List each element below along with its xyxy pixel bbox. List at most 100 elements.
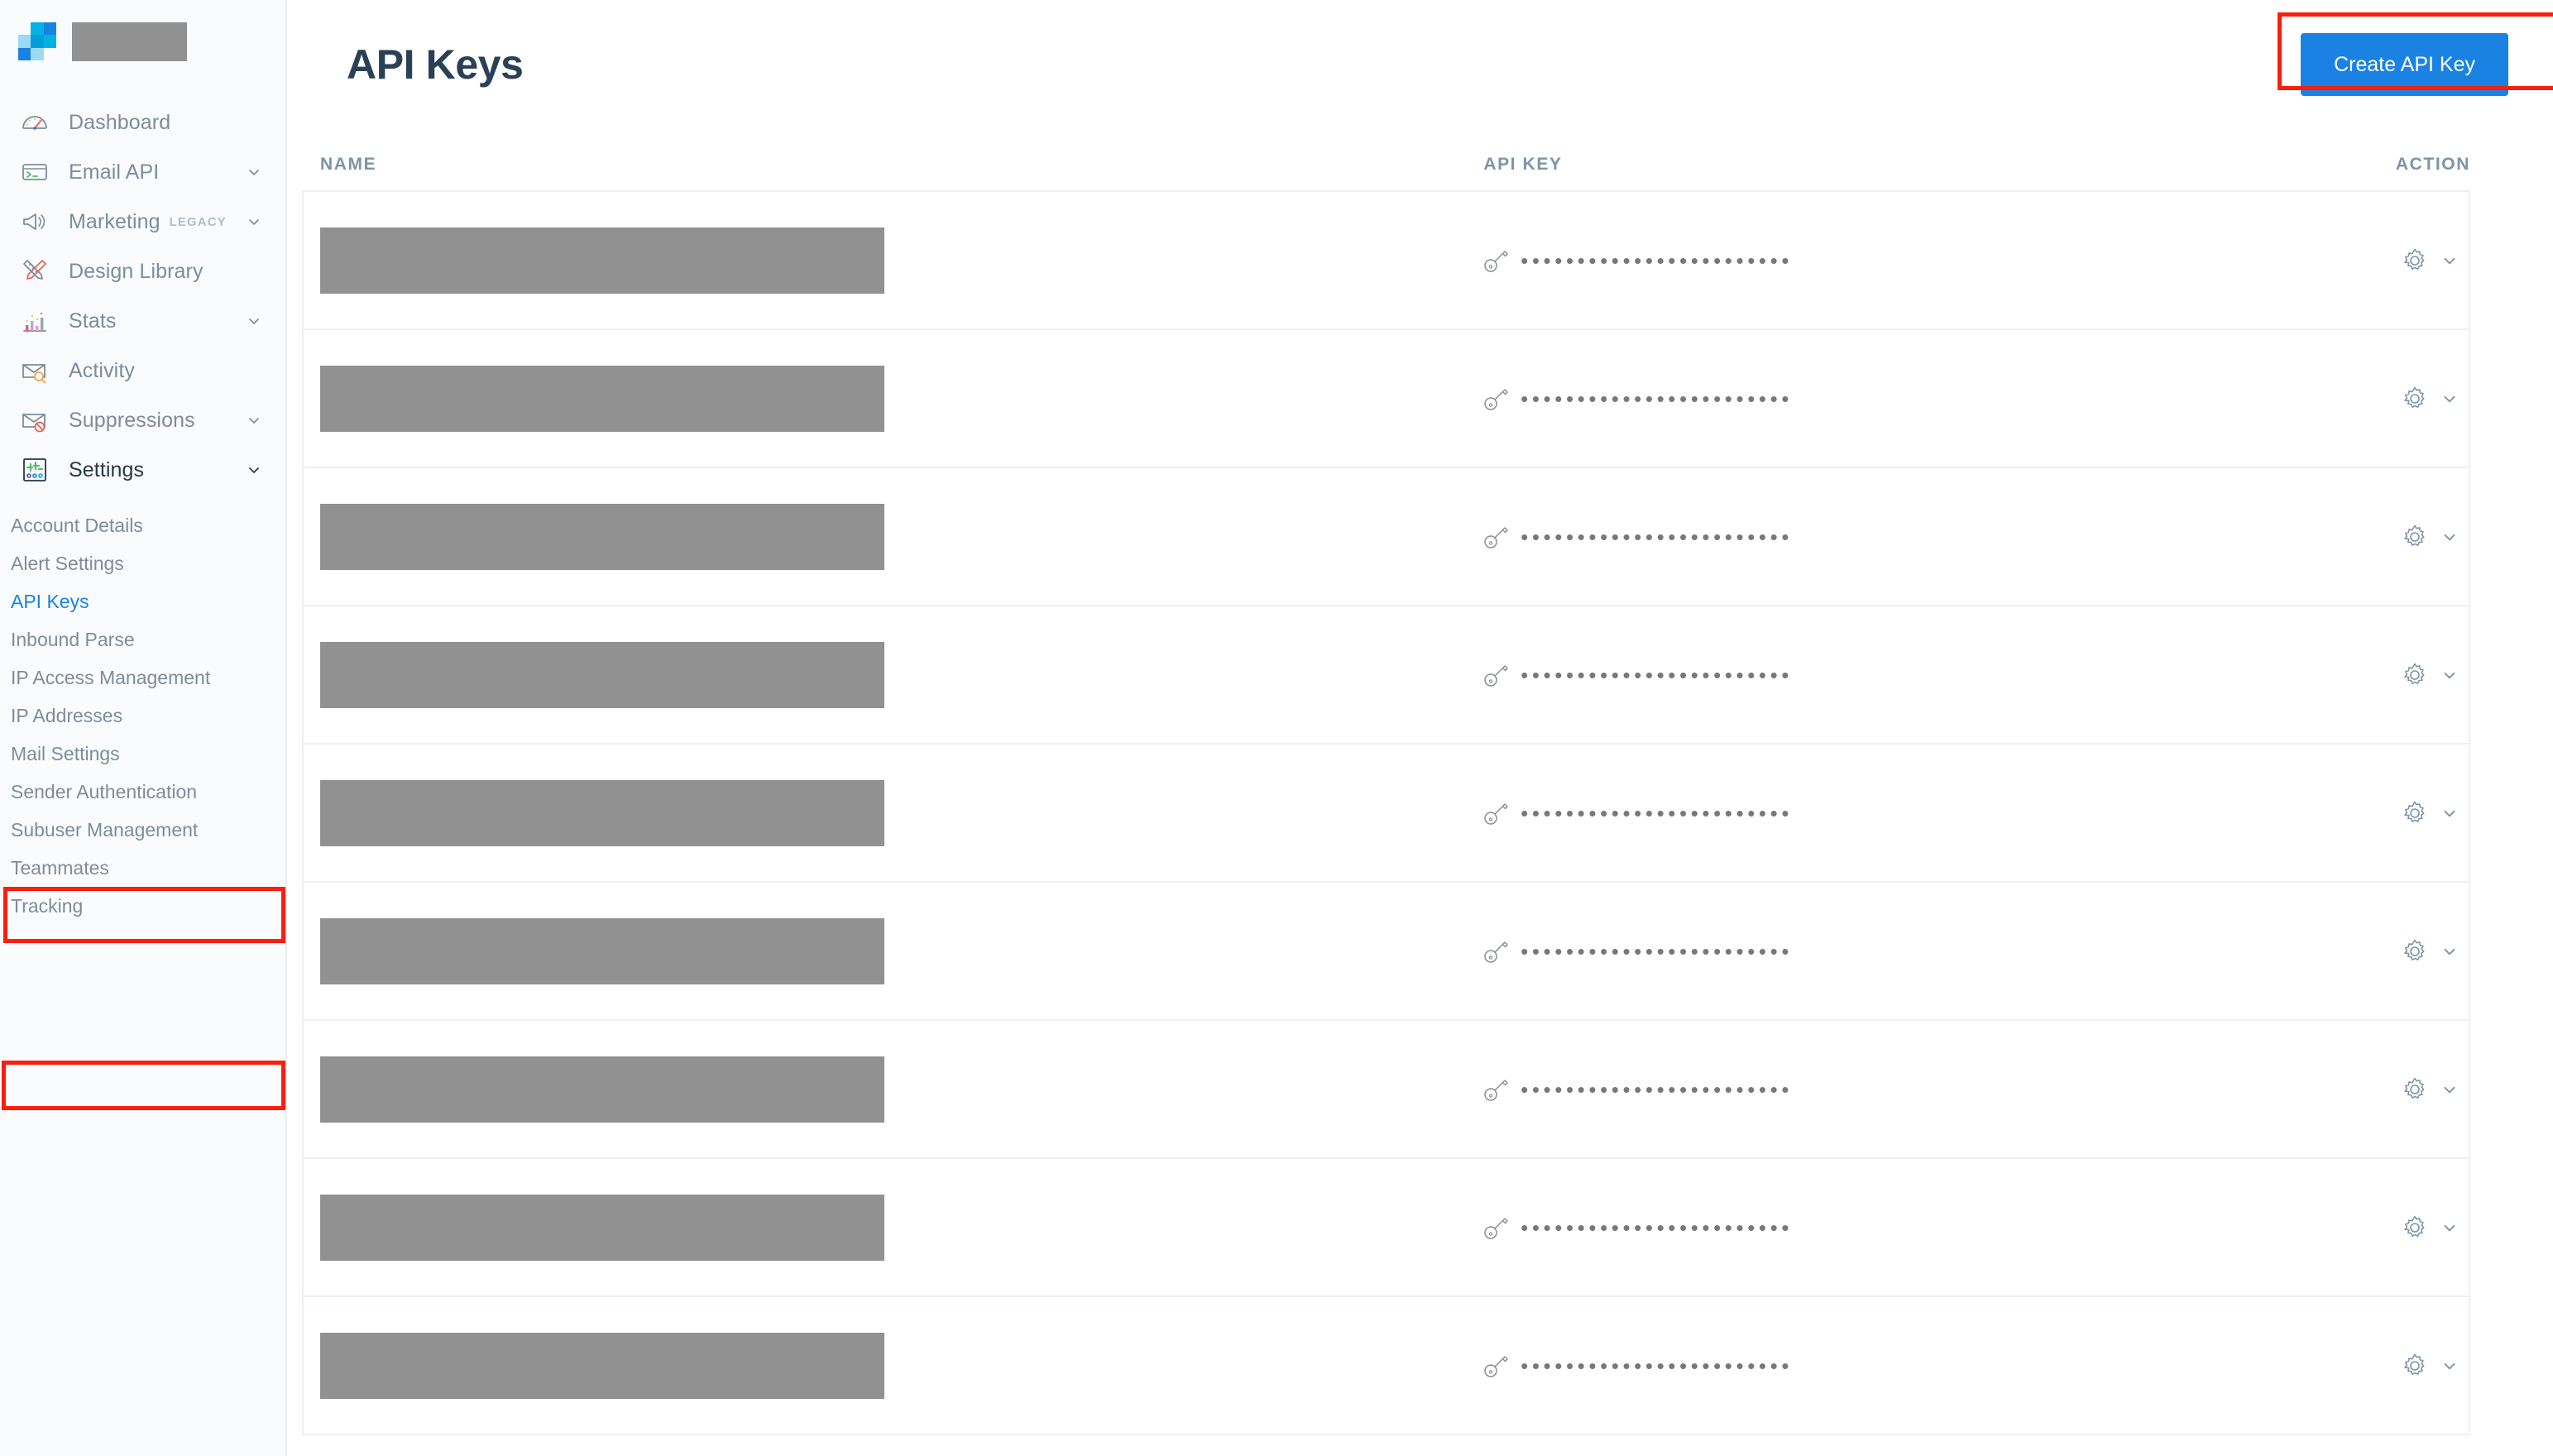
sidebar-item-design-library[interactable]: Design Library (0, 247, 285, 296)
table-row[interactable]: •••••••••••••••••••••••• (304, 745, 2469, 883)
cell-api-key: •••••••••••••••••••••••• (1482, 1352, 2338, 1380)
submenu-item-subuser-management[interactable]: Subuser Management (0, 811, 285, 849)
sidebar-item-label: Stats (69, 309, 117, 333)
column-header-action: ACTION (2395, 155, 2470, 174)
table-row[interactable]: •••••••••••••••••••••••• (304, 606, 2469, 745)
cell-api-key: •••••••••••••••••••••••• (1482, 1075, 2338, 1104)
cell-action[interactable] (2338, 1075, 2469, 1104)
chevron-down-icon[interactable] (2440, 1357, 2459, 1375)
cell-action[interactable] (2338, 1214, 2469, 1242)
cell-name (320, 917, 1482, 984)
table-row[interactable]: •••••••••••••••••••••••• (304, 883, 2469, 1021)
legacy-badge: LEGACY (169, 214, 227, 229)
cell-name (320, 503, 1482, 570)
gear-icon[interactable] (2401, 523, 2429, 551)
bar-chart-icon (18, 304, 51, 338)
table-row[interactable]: •••••••••••••••••••••••• (304, 1159, 2469, 1297)
name-redacted (320, 1332, 884, 1399)
cell-action[interactable] (2338, 937, 2469, 965)
submenu-item-tracking[interactable]: Tracking (0, 887, 285, 925)
pencil-ruler-icon (18, 255, 51, 288)
cell-action[interactable] (2338, 247, 2469, 275)
sidebar-item-suppressions[interactable]: Suppressions (0, 395, 285, 445)
account-name-redacted (72, 22, 187, 61)
gear-icon[interactable] (2401, 385, 2429, 413)
submenu-item-label: Alert Settings (11, 552, 124, 574)
gear-icon[interactable] (2401, 1352, 2429, 1380)
submenu-item-label: IP Addresses (11, 704, 123, 726)
cell-api-key: •••••••••••••••••••••••• (1482, 523, 2338, 551)
chevron-down-icon[interactable] (2440, 390, 2459, 408)
api-key-masked: •••••••••••••••••••••••• (1521, 1353, 1794, 1378)
submenu-item-mail-settings[interactable]: Mail Settings (0, 735, 285, 773)
chevron-down-icon[interactable] (2440, 804, 2459, 822)
submenu-item-account-details[interactable]: Account Details (0, 506, 285, 544)
sidebar-item-label: Suppressions (69, 408, 195, 432)
table-row[interactable]: •••••••••••••••••••••••• (304, 468, 2469, 606)
sidebar-item-label: Email API (69, 160, 160, 184)
cell-name (320, 641, 1482, 708)
cell-action[interactable] (2338, 661, 2469, 689)
sidebar-item-activity[interactable]: Activity (0, 346, 285, 395)
chevron-down-icon[interactable] (2440, 666, 2459, 684)
gauge-icon (18, 106, 51, 139)
table-row[interactable]: •••••••••••••••••••••••• (304, 1297, 2469, 1435)
submenu-item-alert-settings[interactable]: Alert Settings (0, 544, 285, 582)
chevron-down-icon[interactable] (2440, 251, 2459, 270)
sidebar-item-settings[interactable]: Settings (0, 445, 285, 495)
gear-icon[interactable] (2401, 661, 2429, 689)
create-api-key-button[interactable]: Create API Key (2301, 33, 2508, 96)
settings-submenu: Account Details Alert Settings API Keys … (0, 495, 285, 925)
submenu-item-inbound-parse[interactable]: Inbound Parse (0, 620, 285, 659)
api-keys-page: Dashboard Email API Marketing LEGACY Des… (0, 0, 2553, 1456)
gear-icon[interactable] (2401, 247, 2429, 275)
envelope-block-icon (18, 404, 51, 437)
submenu-item-label: Tracking (11, 894, 84, 917)
api-key-masked: •••••••••••••••••••••••• (1521, 247, 1794, 273)
key-icon (1482, 799, 1511, 827)
table-row[interactable]: •••••••••••••••••••••••• (304, 330, 2469, 468)
gear-icon[interactable] (2401, 1214, 2429, 1242)
table-row[interactable]: •••••••••••••••••••••••• (304, 1021, 2469, 1159)
sidebar-item-dashboard[interactable]: Dashboard (0, 98, 285, 147)
column-header-apikey: API KEY (1483, 155, 1563, 174)
chevron-down-icon[interactable] (2440, 942, 2459, 960)
cell-action[interactable] (2338, 1352, 2469, 1380)
api-keys-table: NAME API KEY ACTION ••••••••••••••••••••… (287, 139, 2553, 1435)
cell-action[interactable] (2338, 799, 2469, 827)
cell-name (320, 1056, 1482, 1123)
sidebar-item-marketing[interactable]: Marketing LEGACY (0, 197, 285, 247)
cell-name (320, 1194, 1482, 1261)
submenu-item-ip-addresses[interactable]: IP Addresses (0, 697, 285, 735)
gear-icon[interactable] (2401, 937, 2429, 965)
sidebar-item-stats[interactable]: Stats (0, 296, 285, 346)
api-key-masked: •••••••••••••••••••••••• (1521, 524, 1794, 549)
name-redacted (320, 779, 884, 846)
cell-action[interactable] (2338, 385, 2469, 413)
chevron-down-icon[interactable] (2440, 1219, 2459, 1237)
gear-icon[interactable] (2401, 1075, 2429, 1104)
key-icon (1482, 523, 1511, 551)
submenu-item-sender-authentication[interactable]: Sender Authentication (0, 773, 285, 811)
main-content: API Keys Create API Key NAME API KEY ACT… (287, 0, 2553, 1456)
gear-icon[interactable] (2401, 799, 2429, 827)
name-redacted (320, 641, 884, 708)
submenu-item-label: Mail Settings (11, 742, 120, 764)
chevron-down-icon[interactable] (2440, 1080, 2459, 1099)
key-icon (1482, 1075, 1511, 1104)
table-row[interactable]: •••••••••••••••••••••••• (304, 192, 2469, 330)
submenu-item-teammates[interactable]: Teammates (0, 849, 285, 887)
cell-action[interactable] (2338, 523, 2469, 551)
chevron-down-icon[interactable] (2440, 528, 2459, 546)
sidebar-item-label: Activity (69, 358, 135, 382)
submenu-item-ip-access-management[interactable]: IP Access Management (0, 659, 285, 697)
table-header-row: NAME API KEY ACTION (302, 139, 2470, 190)
submenu-item-api-keys[interactable]: API Keys (0, 582, 285, 620)
sidebar-item-email-api[interactable]: Email API (0, 147, 285, 197)
api-key-masked: •••••••••••••••••••••••• (1521, 1076, 1794, 1102)
submenu-item-label: Teammates (11, 856, 109, 879)
api-key-masked: •••••••••••••••••••••••• (1521, 800, 1794, 826)
key-icon (1482, 937, 1511, 965)
sendgrid-squares-logo-icon (18, 22, 56, 60)
create-button-wrapper: Create API Key (2278, 12, 2553, 96)
